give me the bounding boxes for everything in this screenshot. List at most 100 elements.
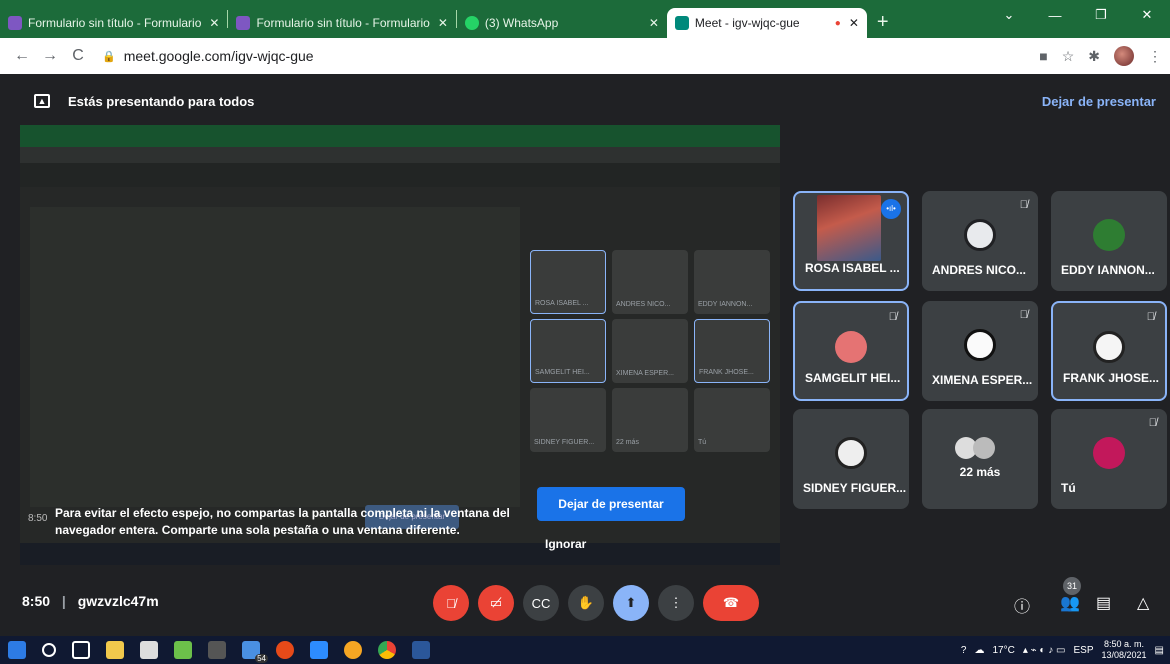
speaking-indicator-icon: •ıl• bbox=[881, 199, 901, 219]
reload-icon[interactable]: C bbox=[64, 47, 92, 65]
tray-icons[interactable]: ▴ ⌁ ◐ ♪ ▭ bbox=[1023, 645, 1066, 656]
app-icon[interactable] bbox=[344, 641, 362, 659]
participant-name: SIDNEY FIGUER... bbox=[803, 481, 907, 495]
app-icon[interactable] bbox=[208, 641, 226, 659]
chrome-icon[interactable] bbox=[378, 641, 396, 659]
presenting-banner: ▲ Estás presentando para todos Dejar de … bbox=[20, 84, 1170, 118]
tab-title: Meet - igv-wjqc-gue bbox=[694, 16, 800, 30]
participant-name: XIMENA ESPER... bbox=[932, 373, 1033, 387]
meeting-time: 8:50 bbox=[22, 593, 51, 609]
windows-start-icon[interactable] bbox=[8, 641, 26, 659]
avatar bbox=[1093, 437, 1125, 469]
tab-formulario-1[interactable]: Formulario sin título - Formulario ✕ bbox=[0, 8, 227, 38]
camera-indicator-icon[interactable]: ■ bbox=[1039, 48, 1047, 64]
more-options-button[interactable]: ⋮ bbox=[658, 585, 694, 621]
close-icon[interactable]: ✕ bbox=[438, 16, 448, 30]
restore-icon[interactable]: ❐ bbox=[1078, 7, 1124, 23]
participant-name: ROSA ISABEL ... bbox=[805, 261, 900, 275]
bookmark-star-icon[interactable]: ☆ bbox=[1062, 48, 1075, 65]
word-icon[interactable] bbox=[412, 641, 430, 659]
notifications-icon[interactable]: ▤ bbox=[1155, 645, 1164, 656]
mic-toggle-button[interactable]: 🎙̸ bbox=[433, 585, 469, 621]
tab-meet[interactable]: Meet - igv-wjqc-gue ● ✕ bbox=[666, 8, 867, 38]
mirror-warning-text: Para evitar el efecto espejo, no compart… bbox=[55, 506, 510, 537]
zoom-icon[interactable] bbox=[310, 641, 328, 659]
mirrored-tile: ROSA ISABEL ... bbox=[530, 250, 606, 314]
participant-tile[interactable]: EDDY IANNON... bbox=[1051, 191, 1167, 291]
app-icon[interactable] bbox=[174, 641, 192, 659]
close-icon[interactable]: ✕ bbox=[649, 16, 659, 30]
mirrored-banner bbox=[20, 163, 780, 187]
tab-search-icon[interactable]: ⌄ bbox=[986, 7, 1032, 23]
weather-icon: ☁ bbox=[974, 644, 985, 656]
stop-presenting-button[interactable]: Dejar de presentar bbox=[537, 487, 685, 521]
participant-tile[interactable]: SIDNEY FIGUER... bbox=[793, 409, 909, 509]
mirrored-tile: EDDY IANNON... bbox=[694, 250, 770, 314]
mirrored-tile: SAMGELIT HEI... bbox=[530, 319, 606, 383]
url-text: meet.google.com/igv-wjqc-gue bbox=[123, 48, 314, 64]
mirrored-tile: 22 más bbox=[612, 388, 688, 452]
activities-icon[interactable]: △ bbox=[1137, 593, 1149, 613]
ignore-button[interactable]: Ignorar bbox=[545, 537, 586, 551]
minimize-icon[interactable]: — bbox=[1032, 8, 1078, 23]
presenting-text: Estás presentando para todos bbox=[68, 93, 255, 109]
mirrored-tile: SIDNEY FIGUER... bbox=[530, 388, 606, 452]
forward-icon[interactable]: → bbox=[36, 47, 64, 65]
participant-tile[interactable]: 🎙̸ ANDRES NICO... bbox=[922, 191, 1038, 291]
camera-toggle-button[interactable]: ▭̸ bbox=[478, 585, 514, 621]
mic-off-icon: 🎙̸ bbox=[1019, 199, 1028, 211]
browser-tab-strip: Formulario sin título - Formulario ✕ For… bbox=[0, 0, 1170, 38]
windows-taskbar: 54 ? ☁ 17°C ▴ ⌁ ◐ ♪ ▭ ESP 8:50 a. m. 13/… bbox=[0, 636, 1170, 664]
url-field[interactable]: 🔒 meet.google.com/igv-wjqc-gue bbox=[102, 48, 314, 64]
close-icon[interactable]: ✕ bbox=[209, 16, 219, 30]
mirrored-tile: Tú bbox=[694, 388, 770, 452]
profile-avatar[interactable] bbox=[1114, 46, 1134, 66]
window-controls: ⌄ — ❐ ✕ bbox=[986, 0, 1170, 30]
chat-icon[interactable]: ▤ bbox=[1096, 593, 1111, 613]
mirrored-tile: XIMENA ESPER... bbox=[612, 319, 688, 383]
present-screen-icon: ▲ bbox=[34, 94, 50, 108]
more-participants-tile[interactable]: 22 más bbox=[922, 409, 1038, 509]
stop-presenting-link[interactable]: Dejar de presentar bbox=[1042, 94, 1156, 109]
participant-tile[interactable]: •ıl• ROSA ISABEL ... bbox=[793, 191, 909, 291]
participant-tile[interactable]: 🎙̸ FRANK JHOSE... bbox=[1051, 301, 1167, 401]
new-tab-icon[interactable]: + bbox=[867, 11, 899, 38]
self-tile[interactable]: 🎙̸ Tú bbox=[1051, 409, 1167, 509]
tab-whatsapp[interactable]: (3) WhatsApp ✕ bbox=[457, 8, 667, 38]
tab-title: Formulario sin título - Formulario bbox=[256, 16, 430, 30]
participant-tile[interactable]: 🎙̸ SAMGELIT HEI... bbox=[793, 301, 909, 401]
mirrored-tile: FRANK JHOSE... bbox=[694, 319, 770, 383]
store-icon[interactable] bbox=[140, 641, 158, 659]
leave-call-button[interactable]: ☎ bbox=[703, 585, 759, 621]
file-explorer-icon[interactable] bbox=[106, 641, 124, 659]
people-icon[interactable]: 👥 bbox=[1060, 593, 1080, 613]
close-icon[interactable]: ✕ bbox=[849, 16, 859, 30]
back-icon[interactable]: ← bbox=[8, 47, 36, 65]
participant-name: SAMGELIT HEI... bbox=[805, 371, 901, 385]
close-window-icon[interactable]: ✕ bbox=[1124, 7, 1170, 23]
search-icon[interactable] bbox=[42, 643, 56, 657]
menu-icon[interactable]: ⋮ bbox=[1148, 48, 1162, 65]
avatar bbox=[835, 331, 867, 363]
tab-title: (3) WhatsApp bbox=[484, 16, 559, 30]
participant-tile[interactable]: 🎙̸ XIMENA ESPER... bbox=[922, 301, 1038, 401]
info-icon[interactable]: ⓘ bbox=[1014, 593, 1030, 617]
raise-hand-button[interactable]: ✋ bbox=[568, 585, 604, 621]
help-icon[interactable]: ? bbox=[961, 645, 967, 656]
mic-off-icon: 🎙̸ bbox=[1146, 311, 1155, 323]
task-view-icon[interactable] bbox=[72, 641, 90, 659]
clock-time: 8:50 a. m. bbox=[1104, 639, 1145, 649]
language-indicator[interactable]: ESP bbox=[1073, 645, 1093, 656]
recording-dot-icon: ● bbox=[834, 17, 841, 29]
mail-icon[interactable]: 54 bbox=[242, 641, 268, 663]
clock[interactable]: 8:50 a. m. 13/08/2021 bbox=[1102, 639, 1147, 661]
participant-video bbox=[817, 195, 881, 261]
system-tray: ? ☁ 17°C ▴ ⌁ ◐ ♪ ▭ ESP 8:50 a. m. 13/08/… bbox=[961, 636, 1164, 664]
mirrored-content bbox=[30, 207, 520, 507]
present-button[interactable]: ⬆ bbox=[613, 585, 649, 621]
tab-formulario-2[interactable]: Formulario sin título - Formulario ✕ bbox=[228, 8, 455, 38]
extensions-icon[interactable]: ✱ bbox=[1088, 48, 1100, 65]
opera-icon[interactable] bbox=[276, 641, 294, 659]
meet-icon bbox=[674, 16, 689, 30]
captions-button[interactable]: CC bbox=[523, 585, 559, 621]
